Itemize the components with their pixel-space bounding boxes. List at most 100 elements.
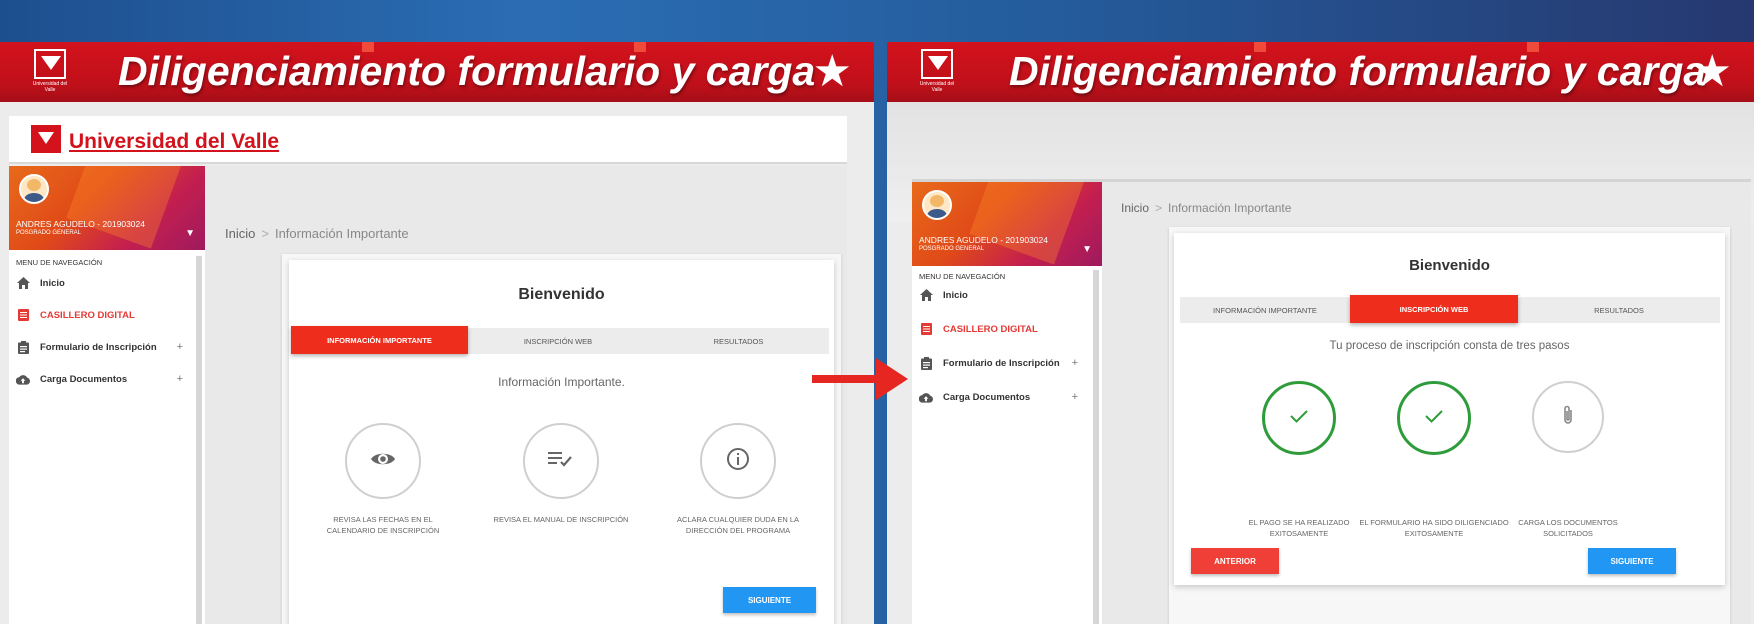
- banner-logo-caption: Universidad del Valle: [32, 81, 68, 93]
- chevron-down-icon[interactable]: ▼: [1082, 244, 1092, 255]
- breadcrumb-separator: >: [261, 226, 269, 241]
- expand-plus-icon[interactable]: +: [1072, 357, 1078, 369]
- breadcrumb-separator: >: [1155, 201, 1163, 215]
- check-icon: [1289, 408, 1309, 429]
- sidebar-scrollbar[interactable]: [196, 256, 202, 624]
- clipboard-icon: [16, 340, 30, 354]
- banner-title: Diligenciamiento formulario y carga: [118, 48, 816, 94]
- sidebar-item-label: CASILLERO DIGITAL: [40, 309, 135, 321]
- sidebar-item-label: Inicio: [40, 277, 65, 289]
- step-circle: [523, 423, 599, 499]
- info-icon: [726, 447, 750, 476]
- user-name: ANDRES AGUDELO - 201903024: [16, 219, 145, 229]
- section-subtitle: Tu proceso de inscripción consta de tres…: [1329, 340, 1570, 352]
- breadcrumb: Inicio > Información Importante: [225, 226, 409, 241]
- sidebar-item-label: CASILLERO DIGITAL: [943, 323, 1038, 335]
- sidebar-item-label: Carga Documentos: [943, 391, 1031, 403]
- cloud-upload-icon: [919, 390, 933, 404]
- tab-informacion-importante[interactable]: INFORMACIÓN IMPORTANTE: [1180, 297, 1350, 323]
- univalle-banner-logo: Universidad del Valle: [918, 49, 956, 95]
- section-subtitle: Información Importante.: [498, 375, 625, 389]
- univalle-logo-icon[interactable]: [31, 125, 61, 153]
- user-profile[interactable]: ANDRES AGUDELO - 201903024 POSGRADO GENE…: [912, 182, 1102, 266]
- list-icon: [16, 308, 30, 322]
- tab-resultados[interactable]: RESULTADOS: [648, 328, 829, 354]
- list-icon: [919, 322, 933, 336]
- paperclip-icon: [1562, 404, 1574, 431]
- step-description: EL PAGO SE HA REALIZADO EXITOSAMENTE: [1248, 518, 1350, 538]
- sidebar-item-label: Formulario de Inscripción: [943, 357, 1060, 369]
- nav-menu-title: MENU DE NAVEGACIÓN: [919, 272, 1006, 281]
- breadcrumb-home[interactable]: Inicio: [1121, 201, 1149, 215]
- user-profile[interactable]: ANDRES AGUDELO - 201903024 POSGRADO GENE…: [9, 166, 205, 250]
- sidebar: ANDRES AGUDELO - 201903024 POSGRADO GENE…: [912, 182, 1102, 624]
- expand-plus-icon[interactable]: +: [177, 341, 183, 353]
- user-program: POSGRADO GENERAL: [16, 230, 82, 236]
- step-circle-complete: [1397, 381, 1471, 455]
- sidebar-scrollbar[interactable]: [1093, 270, 1099, 624]
- banner-logo-caption: Universidad del Valle: [919, 81, 955, 93]
- university-name-link[interactable]: Universidad del Valle: [69, 130, 279, 154]
- step-description: ACLARA CUALQUIER DUDA EN LA DIRECCIÓN DE…: [676, 515, 800, 535]
- avatar: [922, 190, 952, 220]
- right-slide-panel: Universidad del Valle Diligenciamiento f…: [887, 42, 1754, 624]
- sidebar-item-inicio[interactable]: Inicio: [9, 272, 189, 294]
- sidebar-item-carga-documentos[interactable]: Carga Documentos +: [9, 368, 189, 390]
- step-circle: [345, 423, 421, 499]
- home-icon: [919, 288, 933, 302]
- left-slide-panel: Universidad del Valle Diligenciamiento f…: [0, 42, 874, 624]
- sidebar-item-casillero-digital[interactable]: CASILLERO DIGITAL: [912, 318, 1084, 340]
- sidebar-item-casillero-digital[interactable]: CASILLERO DIGITAL: [9, 304, 189, 326]
- breadcrumb-current: Información Importante: [1168, 201, 1292, 215]
- tab-bar: INFORMACIÓN IMPORTANTE INSCRIPCIÓN WEB R…: [291, 326, 829, 354]
- sidebar-item-label: Inicio: [943, 289, 968, 301]
- step-description: CARGA LOS DOCUMENTOS SOLICITADOS: [1518, 518, 1618, 538]
- sidebar-item-label: Formulario de Inscripción: [40, 341, 157, 353]
- welcome-card: Bienvenido INFORMACIÓN IMPORTANTE INSCRI…: [289, 260, 834, 624]
- breadcrumb-home[interactable]: Inicio: [225, 226, 255, 241]
- tab-inscripcion-web[interactable]: INSCRIPCIÓN WEB: [468, 328, 648, 354]
- step-description: REVISA EL MANUAL DE INSCRIPCIÓN: [493, 515, 629, 524]
- next-button[interactable]: SIGUIENTE: [1588, 548, 1676, 574]
- check-icon: [1424, 408, 1444, 429]
- transition-arrow-icon: [812, 358, 908, 400]
- eye-icon: [370, 450, 396, 473]
- tab-resultados[interactable]: RESULTADOS: [1518, 297, 1720, 323]
- banner-title: Diligenciamiento formulario y carga: [1009, 48, 1707, 94]
- previous-button[interactable]: ANTERIOR: [1191, 548, 1279, 574]
- home-icon: [16, 276, 30, 290]
- step-circle-complete: [1262, 381, 1336, 455]
- expand-plus-icon[interactable]: +: [177, 373, 183, 385]
- sidebar-item-formulario[interactable]: Formulario de Inscripción +: [9, 336, 189, 358]
- sidebar-item-formulario[interactable]: Formulario de Inscripción +: [912, 352, 1084, 374]
- tab-bar: INFORMACIÓN IMPORTANTE INSCRIPCIÓN WEB R…: [1180, 295, 1720, 323]
- title-banner: Universidad del Valle Diligenciamiento f…: [0, 42, 874, 102]
- card-title: Bienvenido: [1409, 257, 1490, 274]
- tab-inscripcion-web[interactable]: INSCRIPCIÓN WEB: [1350, 295, 1518, 323]
- sidebar-item-label: Carga Documentos: [40, 373, 128, 385]
- nav-menu-title: MENU DE NAVEGACIÓN: [16, 258, 103, 267]
- breadcrumb-current: Información Importante: [274, 226, 409, 241]
- step-description: EL FORMULARIO HA SIDO DILIGENCIADO EXITO…: [1359, 518, 1509, 538]
- univalle-banner-logo: Universidad del Valle: [31, 49, 69, 95]
- univalle-logo-icon: [34, 49, 66, 79]
- next-button[interactable]: SIGUIENTE: [723, 587, 816, 613]
- title-banner: Universidad del Valle Diligenciamiento f…: [887, 42, 1754, 102]
- user-program: POSGRADO GENERAL: [919, 246, 985, 252]
- step-description: REVISA LAS FECHAS EN EL CALENDARIO DE IN…: [326, 515, 440, 535]
- star-icon: ★: [812, 47, 852, 96]
- step-circle: [700, 423, 776, 499]
- checklist-icon: [548, 451, 574, 472]
- sidebar-item-carga-documentos[interactable]: Carga Documentos +: [912, 386, 1084, 408]
- breadcrumb: Inicio > Información Importante: [1121, 201, 1291, 215]
- expand-plus-icon[interactable]: +: [1072, 391, 1078, 403]
- univalle-logo-icon: [921, 49, 953, 79]
- sidebar-item-inicio[interactable]: Inicio: [912, 284, 1084, 306]
- tab-informacion-importante[interactable]: INFORMACIÓN IMPORTANTE: [291, 326, 468, 354]
- university-header: Universidad del Valle: [9, 116, 847, 164]
- welcome-card: Bienvenido INFORMACIÓN IMPORTANTE INSCRI…: [1174, 233, 1725, 585]
- star-icon: ★: [1692, 47, 1732, 96]
- sidebar: ANDRES AGUDELO - 201903024 POSGRADO GENE…: [9, 166, 205, 624]
- cloud-upload-icon: [16, 372, 30, 386]
- chevron-down-icon[interactable]: ▼: [185, 228, 195, 239]
